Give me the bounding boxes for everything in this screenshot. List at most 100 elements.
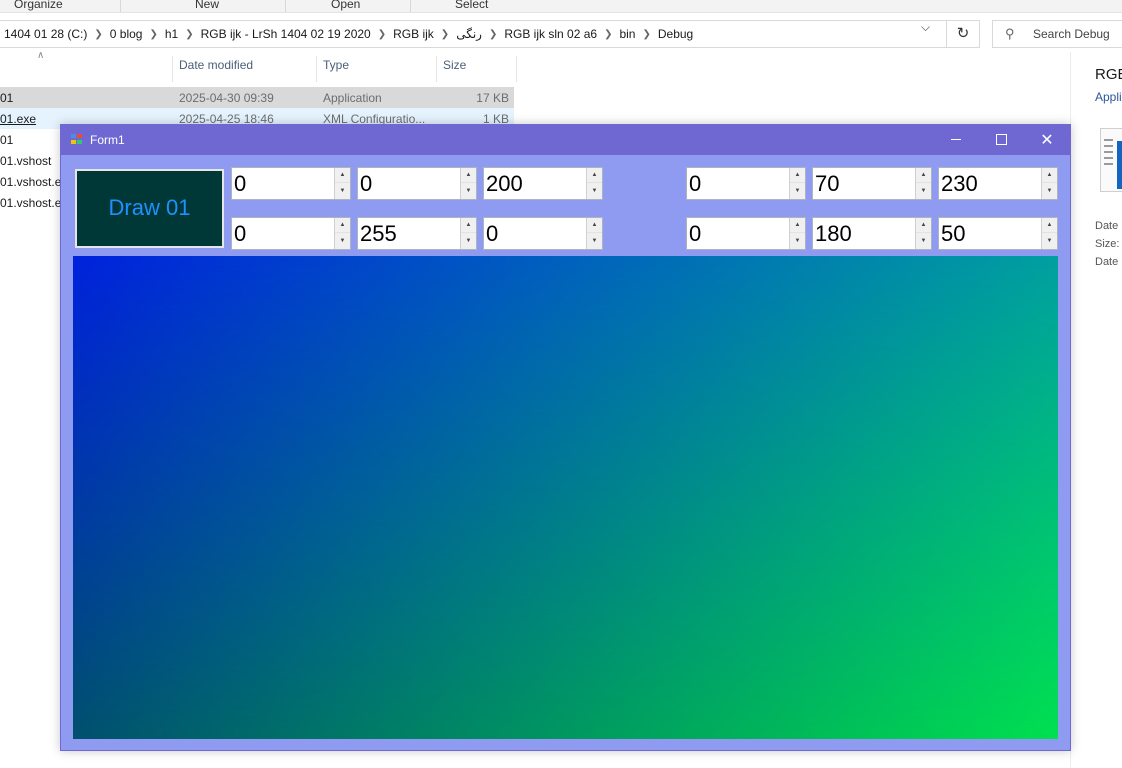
file-name[interactable]: 01 xyxy=(0,133,13,147)
spin-buttons: ▲ ▼ xyxy=(460,168,476,199)
file-name[interactable]: 01.vshost.ex xyxy=(0,196,67,210)
spin-buttons: ▲ ▼ xyxy=(586,168,602,199)
refresh-button[interactable]: ↻ xyxy=(947,20,980,48)
organize-button[interactable]: Organize xyxy=(14,0,63,11)
spin-down-icon[interactable]: ▼ xyxy=(587,234,602,249)
search-placeholder: Search Debug xyxy=(1033,27,1110,41)
app-icon[interactable] xyxy=(71,134,83,145)
spin-up-icon[interactable]: ▲ xyxy=(461,218,476,233)
spin-down-icon[interactable]: ▼ xyxy=(335,184,350,199)
maximize-icon xyxy=(995,134,1007,146)
file-row[interactable]: 01 2025-04-30 09:39 Application 17 KB xyxy=(0,87,514,108)
numeric-input[interactable] xyxy=(687,168,791,199)
spin-up-icon[interactable]: ▲ xyxy=(916,168,931,183)
column-separator[interactable] xyxy=(172,56,173,82)
address-bar[interactable]: 1404 01 28 (C:) ❯ 0 blog ❯ h1 ❯ RGB ijk … xyxy=(0,20,947,48)
column-type[interactable]: Type xyxy=(323,58,349,80)
breadcrumb-item[interactable]: RGB ijk - LrSh 1404 02 19 2020 xyxy=(199,27,373,41)
spin-down-icon[interactable]: ▼ xyxy=(587,184,602,199)
file-name[interactable]: 01.vshost xyxy=(0,154,51,168)
breadcrumb-item[interactable]: رنگی xyxy=(454,27,484,41)
numeric-updown[interactable]: ▲▼ xyxy=(231,167,351,200)
numeric-input[interactable] xyxy=(358,218,462,249)
numeric-updown[interactable]: ▲▼ xyxy=(686,217,806,250)
numeric-input[interactable] xyxy=(939,218,1043,249)
spin-up-icon[interactable]: ▲ xyxy=(587,218,602,233)
close-button[interactable]: ✕ xyxy=(1024,125,1070,155)
column-separator[interactable] xyxy=(436,56,437,82)
spin-down-icon[interactable]: ▼ xyxy=(916,184,931,199)
chevron-right-icon[interactable]: ❯ xyxy=(373,29,391,40)
spin-down-icon[interactable]: ▼ xyxy=(461,234,476,249)
spin-down-icon[interactable]: ▼ xyxy=(790,184,805,199)
numeric-updown[interactable]: ▲▼ xyxy=(812,167,932,200)
spin-up-icon[interactable]: ▲ xyxy=(587,168,602,183)
spin-down-icon[interactable]: ▼ xyxy=(916,234,931,249)
spin-up-icon[interactable]: ▲ xyxy=(916,218,931,233)
column-size[interactable]: Size xyxy=(443,58,466,80)
minimize-button[interactable] xyxy=(933,125,979,155)
spin-up-icon[interactable]: ▲ xyxy=(790,218,805,233)
spin-down-icon[interactable]: ▼ xyxy=(1042,184,1057,199)
column-separator[interactable] xyxy=(516,56,517,82)
breadcrumb-item[interactable]: 1404 01 28 (C:) xyxy=(2,27,89,41)
spin-down-icon[interactable]: ▼ xyxy=(1042,234,1057,249)
numeric-input[interactable] xyxy=(484,218,588,249)
file-name[interactable]: 01.vshost.ex xyxy=(0,175,67,189)
numeric-input[interactable] xyxy=(687,218,791,249)
breadcrumb-item[interactable]: h1 xyxy=(163,27,180,41)
column-separator[interactable] xyxy=(316,56,317,82)
numeric-input[interactable] xyxy=(813,218,917,249)
spin-buttons: ▲ ▼ xyxy=(460,218,476,249)
draw-button[interactable]: Draw 01 xyxy=(75,169,224,248)
spin-down-icon[interactable]: ▼ xyxy=(335,234,350,249)
spin-up-icon[interactable]: ▲ xyxy=(335,168,350,183)
spin-down-icon[interactable]: ▼ xyxy=(461,184,476,199)
new-button[interactable]: New xyxy=(195,0,219,11)
title-bar[interactable]: Form1 ✕ xyxy=(61,125,1070,155)
spin-up-icon[interactable]: ▲ xyxy=(335,218,350,233)
numeric-updown[interactable]: ▲▼ xyxy=(357,167,477,200)
numeric-input[interactable] xyxy=(232,168,336,199)
chevron-right-icon[interactable]: ❯ xyxy=(637,29,655,40)
breadcrumb-item[interactable]: RGB ijk sln 02 a6 xyxy=(502,27,599,41)
numeric-updown[interactable]: ▲▼ xyxy=(357,217,477,250)
breadcrumb-item[interactable]: bin xyxy=(617,27,637,41)
breadcrumb-item[interactable]: RGB ijk xyxy=(391,27,436,41)
spin-down-icon[interactable]: ▼ xyxy=(790,234,805,249)
numeric-input[interactable] xyxy=(358,168,462,199)
maximize-button[interactable] xyxy=(978,125,1024,155)
spin-buttons: ▲ ▼ xyxy=(334,168,350,199)
cmd-separator xyxy=(285,0,286,12)
chevron-right-icon[interactable]: ❯ xyxy=(599,29,617,40)
spin-up-icon[interactable]: ▲ xyxy=(461,168,476,183)
numeric-input[interactable] xyxy=(813,168,917,199)
numeric-input[interactable] xyxy=(484,168,588,199)
numeric-updown[interactable]: ▲▼ xyxy=(483,217,603,250)
search-input[interactable]: ⚲ Search Debug xyxy=(992,20,1122,48)
spin-up-icon[interactable]: ▲ xyxy=(1042,168,1057,183)
breadcrumb-item[interactable]: 0 blog xyxy=(108,27,145,41)
numeric-updown[interactable]: ▲▼ xyxy=(231,217,351,250)
chevron-right-icon[interactable]: ❯ xyxy=(89,29,107,40)
numeric-input[interactable] xyxy=(232,218,336,249)
numeric-updown[interactable]: ▲▼ xyxy=(938,217,1058,250)
chevron-right-icon[interactable]: ❯ xyxy=(180,29,198,40)
numeric-updown[interactable]: ▲▼ xyxy=(686,167,806,200)
address-dropdown-icon[interactable]: ⌵ xyxy=(921,20,930,35)
numeric-updown[interactable]: ▲▼ xyxy=(938,167,1058,200)
open-button[interactable]: Open xyxy=(331,0,360,11)
select-button[interactable]: Select xyxy=(455,0,488,11)
chevron-right-icon[interactable]: ❯ xyxy=(436,29,454,40)
chevron-right-icon[interactable]: ❯ xyxy=(484,29,502,40)
numeric-updown[interactable]: ▲▼ xyxy=(812,217,932,250)
command-bar: Organize New Open Select xyxy=(0,0,1122,13)
spin-up-icon[interactable]: ▲ xyxy=(1042,218,1057,233)
column-date-modified[interactable]: Date modified xyxy=(179,58,253,80)
breadcrumb-item[interactable]: Debug xyxy=(656,27,695,41)
numeric-input[interactable] xyxy=(939,168,1043,199)
spin-up-icon[interactable]: ▲ xyxy=(790,168,805,183)
file-date: 2025-04-30 09:39 xyxy=(179,91,274,105)
numeric-updown[interactable]: ▲▼ xyxy=(483,167,603,200)
chevron-right-icon[interactable]: ❯ xyxy=(144,29,162,40)
